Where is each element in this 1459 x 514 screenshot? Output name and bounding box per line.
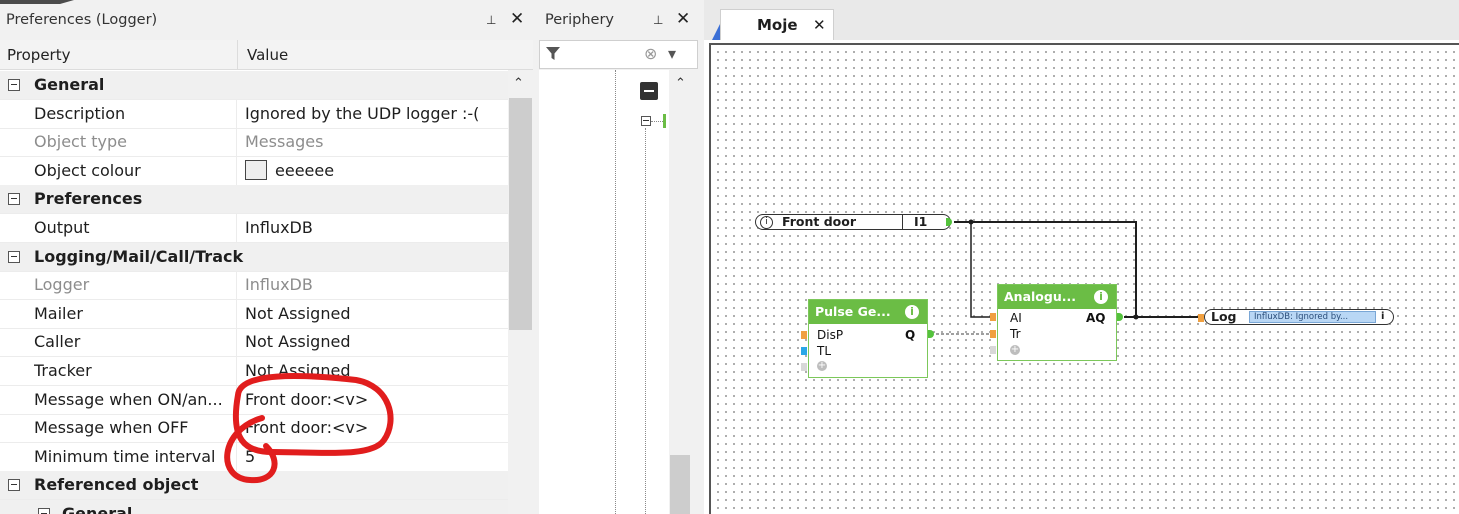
wire-junction: [1133, 314, 1139, 320]
pin-label: Tr: [1010, 327, 1021, 341]
input-block-label: Front door: [782, 214, 857, 229]
info-icon[interactable]: i: [1094, 290, 1108, 304]
input-connector[interactable]: [801, 331, 807, 339]
input-connector[interactable]: [801, 363, 807, 371]
pin-label: AI: [1010, 311, 1022, 325]
add-input-icon[interactable]: +: [1010, 345, 1020, 355]
pin-label: AQ: [1086, 311, 1106, 325]
pin-label: TL: [817, 344, 832, 358]
input-connector[interactable]: [801, 347, 807, 355]
analog-block[interactable]: Analogu... i AI Tr AQ +: [997, 284, 1117, 361]
front-door-input-block[interactable]: i Front door I1: [755, 214, 951, 230]
log-output-block[interactable]: Log InfluxDB: Ignored by... i: [1204, 309, 1394, 325]
add-input-icon[interactable]: +: [817, 361, 827, 371]
log-block-value: InfluxDB: Ignored by...: [1249, 311, 1376, 323]
input-connector[interactable]: [990, 330, 996, 338]
log-block-label: Log: [1211, 309, 1237, 324]
pin-label: DisP: [817, 328, 844, 342]
wire-layer: [936, 219, 1198, 335]
pulse-generator-block[interactable]: Pulse Ge... i DisP TL Q +: [808, 299, 928, 378]
input-connector[interactable]: [990, 346, 996, 354]
block-divider: [902, 215, 903, 229]
pin-label: Q: [905, 328, 916, 342]
wire-junction: [968, 219, 974, 225]
info-icon: i: [1381, 311, 1385, 322]
input-connector[interactable]: [990, 313, 996, 321]
input-pin-label: I1: [914, 214, 928, 229]
info-icon[interactable]: i: [905, 305, 919, 319]
wire: [970, 222, 990, 318]
info-icon: i: [760, 216, 773, 229]
